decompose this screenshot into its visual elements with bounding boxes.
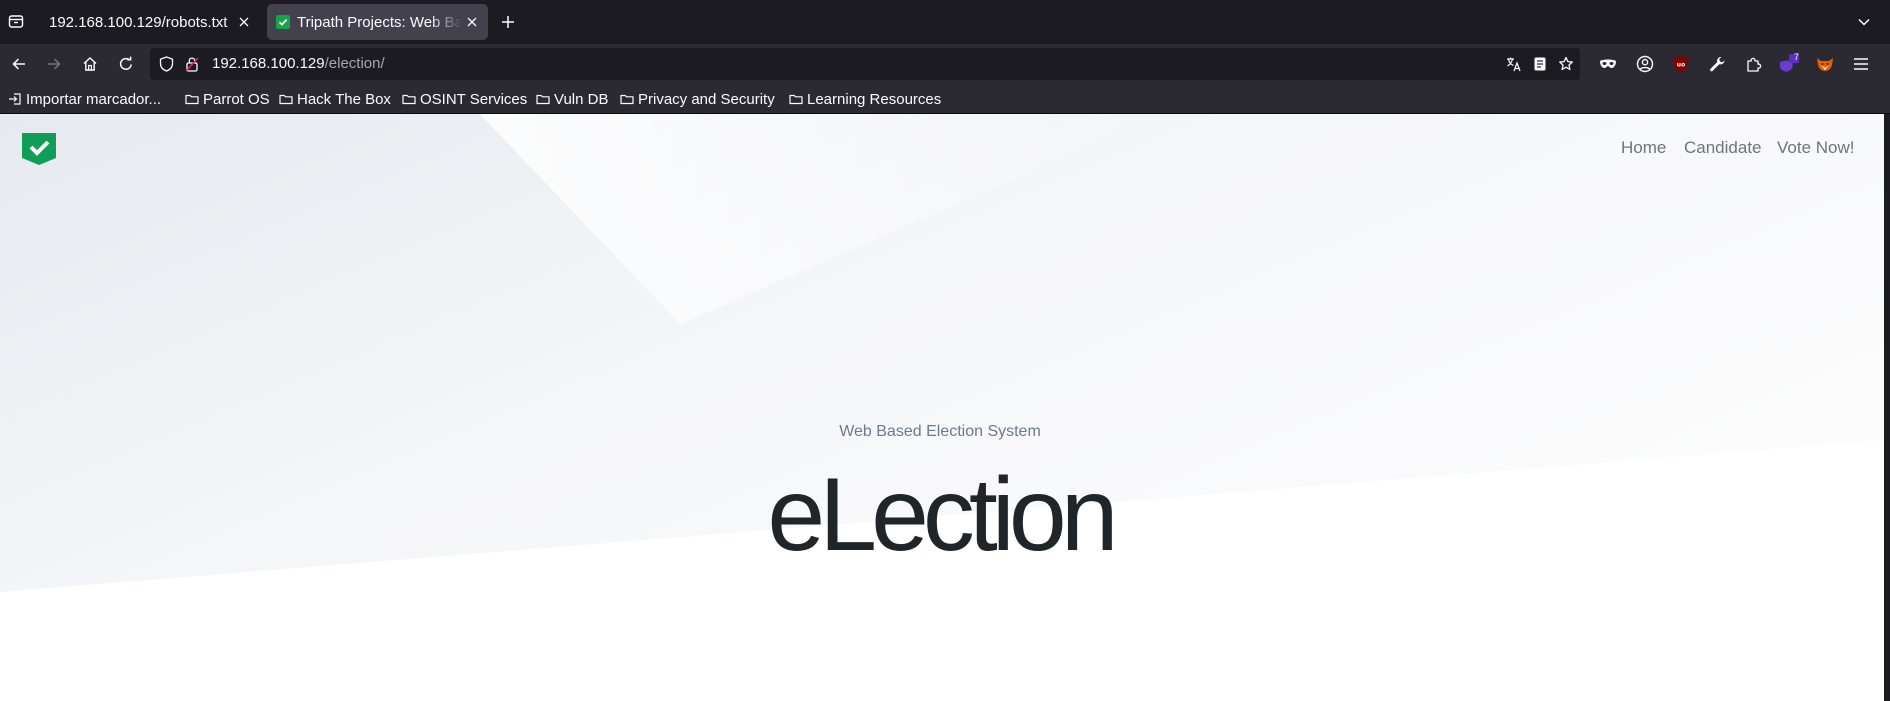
url-host: 192.168.100.129 bbox=[212, 55, 325, 72]
home-icon[interactable] bbox=[78, 52, 102, 76]
page-content: Home Candidate Vote Now! Web Based Elect… bbox=[0, 114, 1884, 701]
tab-strip: 192.168.100.129/robots.txt Tripath Proje… bbox=[0, 0, 1890, 44]
bookmark-label: Hack The Box bbox=[297, 90, 391, 108]
hero-title: eLection bbox=[767, 457, 1118, 573]
check-flag-icon[interactable] bbox=[22, 133, 56, 165]
bookmark-star-icon[interactable] bbox=[1558, 56, 1574, 72]
folder-icon bbox=[185, 94, 199, 105]
chevron-down-icon[interactable] bbox=[1854, 12, 1874, 32]
bookmark-folder-vuln-db[interactable]: Vuln DB bbox=[536, 89, 608, 109]
bookmark-folder-hack-the-box[interactable]: Hack The Box bbox=[279, 89, 391, 109]
account-icon[interactable] bbox=[1635, 54, 1655, 74]
translate-icon[interactable] bbox=[1506, 56, 1522, 72]
bookmark-label: Learning Resources bbox=[807, 90, 942, 108]
extension-shield-icon[interactable]: 7 bbox=[1779, 52, 1800, 74]
back-arrow-icon[interactable] bbox=[7, 52, 31, 76]
page-scrollbar[interactable] bbox=[1884, 114, 1890, 701]
folder-icon bbox=[620, 94, 634, 105]
folder-icon bbox=[279, 94, 293, 105]
folder-icon bbox=[789, 94, 803, 105]
insecure-lock-icon[interactable] bbox=[184, 56, 200, 72]
bookmark-folder-learning-resources[interactable]: Learning Resources bbox=[789, 89, 941, 109]
folder-icon bbox=[536, 94, 550, 105]
close-icon[interactable] bbox=[234, 12, 254, 32]
bookmark-folder-parrot-os[interactable]: Parrot OS bbox=[185, 89, 270, 109]
import-icon bbox=[9, 93, 21, 105]
bookmark-label: Importar marcador... bbox=[26, 90, 162, 108]
tracking-protection-shield-icon[interactable] bbox=[158, 56, 174, 72]
tab-title: Tripath Projects: Web Based Election Sys… bbox=[297, 13, 462, 31]
tab-election[interactable]: Tripath Projects: Web Based Election Sys… bbox=[267, 4, 488, 40]
svg-text:uo: uo bbox=[1677, 62, 1685, 69]
tab-title: 192.168.100.129/robots.txt bbox=[49, 13, 228, 31]
new-tab-plus-icon[interactable] bbox=[498, 12, 518, 32]
bookmark-label: OSINT Services bbox=[420, 90, 528, 108]
extension-badge: 7 bbox=[1794, 52, 1800, 62]
nav-link-home[interactable]: Home bbox=[1621, 138, 1666, 158]
private-mask-icon[interactable] bbox=[1598, 54, 1618, 74]
check-favicon-icon bbox=[276, 15, 290, 29]
wrench-icon[interactable] bbox=[1707, 54, 1727, 74]
extensions-puzzle-icon[interactable] bbox=[1743, 54, 1763, 74]
folder-icon bbox=[402, 94, 416, 105]
address-bar[interactable]: 192.168.100.129/election/ bbox=[150, 48, 1580, 80]
close-icon[interactable] bbox=[462, 12, 482, 32]
bookmarks-toolbar: Importar marcador... Parrot OS Hack The … bbox=[0, 84, 1890, 114]
hero-subtitle: Web Based Election System bbox=[839, 423, 1041, 440]
bookmark-folder-osint-services[interactable]: OSINT Services bbox=[402, 89, 527, 109]
url-path: /election/ bbox=[324, 55, 385, 72]
url-text[interactable]: 192.168.100.129/election/ bbox=[212, 55, 385, 72]
nav-link-candidate[interactable]: Candidate bbox=[1684, 138, 1762, 158]
forward-arrow-icon[interactable] bbox=[42, 52, 66, 76]
hamburger-menu-icon[interactable] bbox=[1851, 54, 1871, 74]
bookmark-import[interactable]: Importar marcador... bbox=[8, 89, 161, 109]
bookmark-label: Vuln DB bbox=[554, 90, 609, 108]
navigation-toolbar: 192.168.100.129/election/ uo 7 bbox=[0, 44, 1890, 84]
nav-link-vote-now[interactable]: Vote Now! bbox=[1777, 138, 1855, 158]
foxyproxy-fox-icon[interactable] bbox=[1815, 54, 1835, 74]
reader-view-icon[interactable] bbox=[1532, 56, 1548, 72]
bookmark-label: Privacy and Security bbox=[638, 90, 775, 108]
bookmark-folder-privacy-and-security[interactable]: Privacy and Security bbox=[620, 89, 775, 109]
reload-icon[interactable] bbox=[114, 52, 138, 76]
hero-background bbox=[0, 114, 1884, 701]
firefox-view-icon[interactable] bbox=[6, 11, 26, 31]
ublock-origin-icon[interactable]: uo bbox=[1671, 54, 1691, 74]
bookmark-label: Parrot OS bbox=[203, 90, 270, 108]
tab-robots[interactable]: 192.168.100.129/robots.txt bbox=[38, 4, 260, 40]
